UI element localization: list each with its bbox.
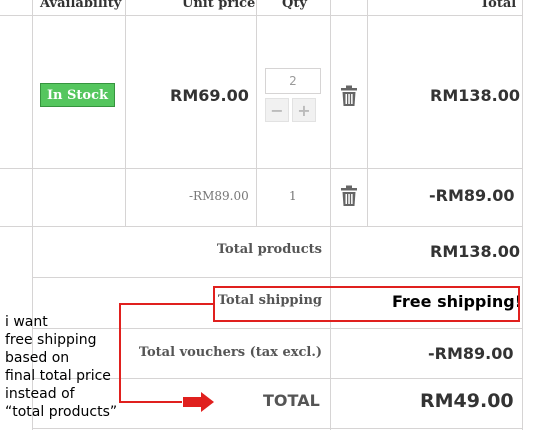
annotation-connector [119, 303, 213, 403]
arrow-right-icon [183, 392, 214, 412]
